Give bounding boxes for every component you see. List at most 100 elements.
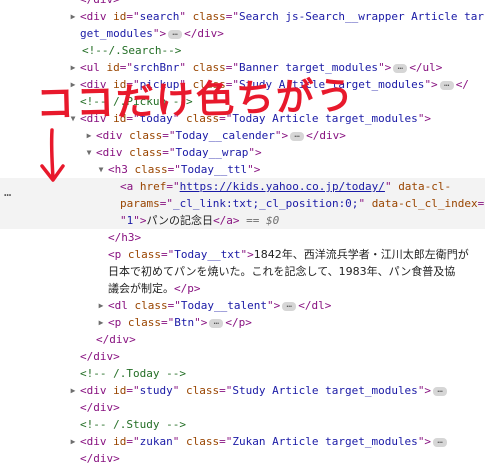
markup-token: </dl>	[298, 299, 332, 312]
markup-token: Today__talent	[180, 299, 267, 312]
markup-token: ="	[126, 435, 140, 448]
markup-token: class	[186, 435, 220, 448]
dom-node-row[interactable]: </h3>	[0, 229, 485, 246]
node-markup: </div>	[80, 348, 120, 365]
dom-node-row[interactable]: </div>	[0, 450, 485, 467]
ellipsis-expand-badge[interactable]: …	[290, 130, 305, 141]
markup-token: id	[106, 61, 120, 74]
dom-node-row[interactable]: ▼ <h3 class="Today__ttl">	[0, 161, 485, 178]
row-more-button[interactable]: …	[4, 185, 12, 199]
expand-triangle-icon[interactable]: ▶	[96, 297, 106, 314]
markup-token: ="	[126, 10, 140, 23]
href-link[interactable]: https://kids.yahoo.co.jp/today/	[180, 180, 385, 193]
markup-token: search	[139, 10, 180, 23]
dom-node-row[interactable]: <!-- /.Study -->	[0, 416, 485, 433]
node-markup: <dl class="Today__talent">… </dl>	[108, 297, 331, 314]
dom-node-row[interactable]: ▶ <p class="Btn">… </p>	[0, 314, 485, 331]
markup-token: class	[129, 146, 163, 159]
dom-node-row[interactable]: 日本で初めてパンを焼いた。これを記念して、1983年、パン食普及協	[0, 263, 485, 280]
markup-token: ">	[248, 146, 262, 159]
ellipsis-expand-badge[interactable]: …	[168, 28, 183, 39]
ellipsis-expand-badge[interactable]: …	[282, 300, 297, 311]
dom-node-row[interactable]: ▶ <div id="study" class="Study Article ta…	[0, 382, 485, 399]
node-markup: <!--/.Search-->	[82, 42, 181, 59]
ellipsis-expand-badge[interactable]: …	[393, 62, 408, 73]
dom-node-row[interactable]: get_modules">… </div>	[0, 25, 485, 42]
markup-token: study	[139, 384, 173, 397]
node-markup: <div id="search" class="Search js-Search…	[80, 8, 484, 25]
markup-token: </div>	[80, 350, 120, 363]
markup-token: 1842年、西洋流兵学者・江川太郎左衛門が	[253, 248, 469, 261]
down-arrow-icon	[40, 128, 65, 182]
node-markup: </div>	[80, 450, 120, 467]
expand-triangle-icon[interactable]: ▶	[68, 59, 78, 76]
markup-token: ="	[162, 129, 176, 142]
ellipsis-expand-badge[interactable]: …	[209, 317, 224, 328]
dom-node-row[interactable]: ▶ <dl class="Today__talent">… </dl>	[0, 297, 485, 314]
dom-node-row[interactable]: <!--/.Search-->	[0, 42, 485, 59]
dom-node-row[interactable]: </div>	[0, 331, 485, 348]
selected-node-row[interactable]: "1">パンの記念日</a> == $0	[0, 212, 485, 229]
dom-node-row[interactable]: ▶ <div id="zukan" class="Zukan Article ta…	[0, 433, 485, 450]
markup-token: ">	[247, 163, 261, 176]
markup-token: ">	[417, 112, 432, 125]
expand-triangle-icon[interactable]: ▶	[68, 433, 78, 450]
markup-token: ="	[166, 180, 180, 193]
markup-token: <div	[80, 384, 114, 397]
node-markup: <!-- /.Study -->	[80, 416, 186, 433]
markup-token: class	[134, 299, 168, 312]
markup-token: ="	[159, 197, 173, 210]
markup-token: ="	[119, 61, 133, 74]
node-markup: <div class="Today__wrap">	[96, 144, 262, 161]
expand-triangle-icon[interactable]: ▶	[68, 8, 78, 25]
expand-triangle-icon[interactable]: ▶	[96, 314, 106, 331]
dom-node-row[interactable]: ▶ <div class="Today__calender">… </div>	[0, 127, 485, 144]
node-markup: <div id="study" class="Study Article tar…	[80, 382, 449, 399]
markup-token: Today__ttl	[180, 163, 248, 176]
markup-token: class	[134, 163, 168, 176]
dom-node-row[interactable]: </div>	[0, 348, 485, 365]
dom-node-row[interactable]: 議会が制定。</p>	[0, 280, 485, 297]
top-partial-text: </div>	[80, 0, 120, 8]
markup-token: <!-- /.Study -->	[80, 418, 186, 431]
markup-token: </ul>	[409, 61, 443, 74]
node-markup: <!-- /.Today -->	[80, 365, 186, 382]
markup-token: 日本で初めてパンを焼いた。これを記念して、1983年、パン食普及協	[108, 265, 456, 278]
dom-node-row[interactable]: <p class="Today__txt">1842年、西洋流兵学者・江川太郎左…	[0, 246, 485, 263]
ellipsis-expand-badge[interactable]: …	[439, 79, 454, 90]
markup-token: 議会が制定。	[108, 282, 174, 295]
markup-token: ">	[194, 316, 208, 329]
expand-triangle-icon[interactable]: ▶	[84, 127, 94, 144]
ellipsis-expand-badge[interactable]: …	[433, 385, 448, 396]
collapse-triangle-icon[interactable]: ▼	[96, 161, 106, 178]
node-markup: <h3 class="Today__ttl">	[108, 161, 260, 178]
selected-node-row[interactable]: params="_cl_link:txt;_cl_position:0;" da…	[0, 195, 485, 212]
markup-token: Search js-Search__wrapper Article tar	[239, 10, 485, 23]
dom-node-row[interactable]: ▶ <div id="search" class="Search js-Searc…	[0, 8, 485, 25]
markup-token: href	[139, 180, 167, 193]
markup-token: ="	[167, 299, 181, 312]
markup-token: id	[113, 384, 127, 397]
selected-node-row[interactable]: <a href="https://kids.yahoo.co.jp/today/…	[0, 178, 485, 195]
markup-token: <p	[108, 248, 128, 261]
dom-node-row[interactable]: ▼ <div class="Today__wrap">	[0, 144, 485, 161]
devtools-elements-panel: </div> ▶<div id="search" class="Search j…	[0, 0, 485, 465]
markup-token: "	[120, 214, 127, 227]
markup-token: ">	[417, 384, 432, 397]
markup-token: <dl	[108, 299, 135, 312]
ellipsis-expand-badge[interactable]: …	[433, 436, 448, 447]
collapse-triangle-icon[interactable]: ▼	[84, 144, 94, 161]
dom-node-row[interactable]: <!-- /.Today -->	[0, 365, 485, 382]
markup-token: <div	[96, 146, 130, 159]
dom-node-row[interactable]: ▶ <ul id="srchBnr" class="Banner target_m…	[0, 59, 485, 76]
dom-node-row[interactable]: </div>	[0, 399, 485, 416]
markup-token: Study Article target_modules	[232, 384, 418, 397]
markup-token: data-cl-	[398, 180, 452, 193]
expand-triangle-icon[interactable]: ▶	[68, 382, 78, 399]
markup-token: "	[179, 10, 193, 23]
markup-token: ="	[162, 146, 176, 159]
markup-token: <!-- /.Today -->	[80, 367, 186, 380]
markup-token: class	[129, 129, 163, 142]
markup-token: data-cl_cl_index	[371, 197, 478, 210]
markup-token: params	[120, 197, 160, 210]
